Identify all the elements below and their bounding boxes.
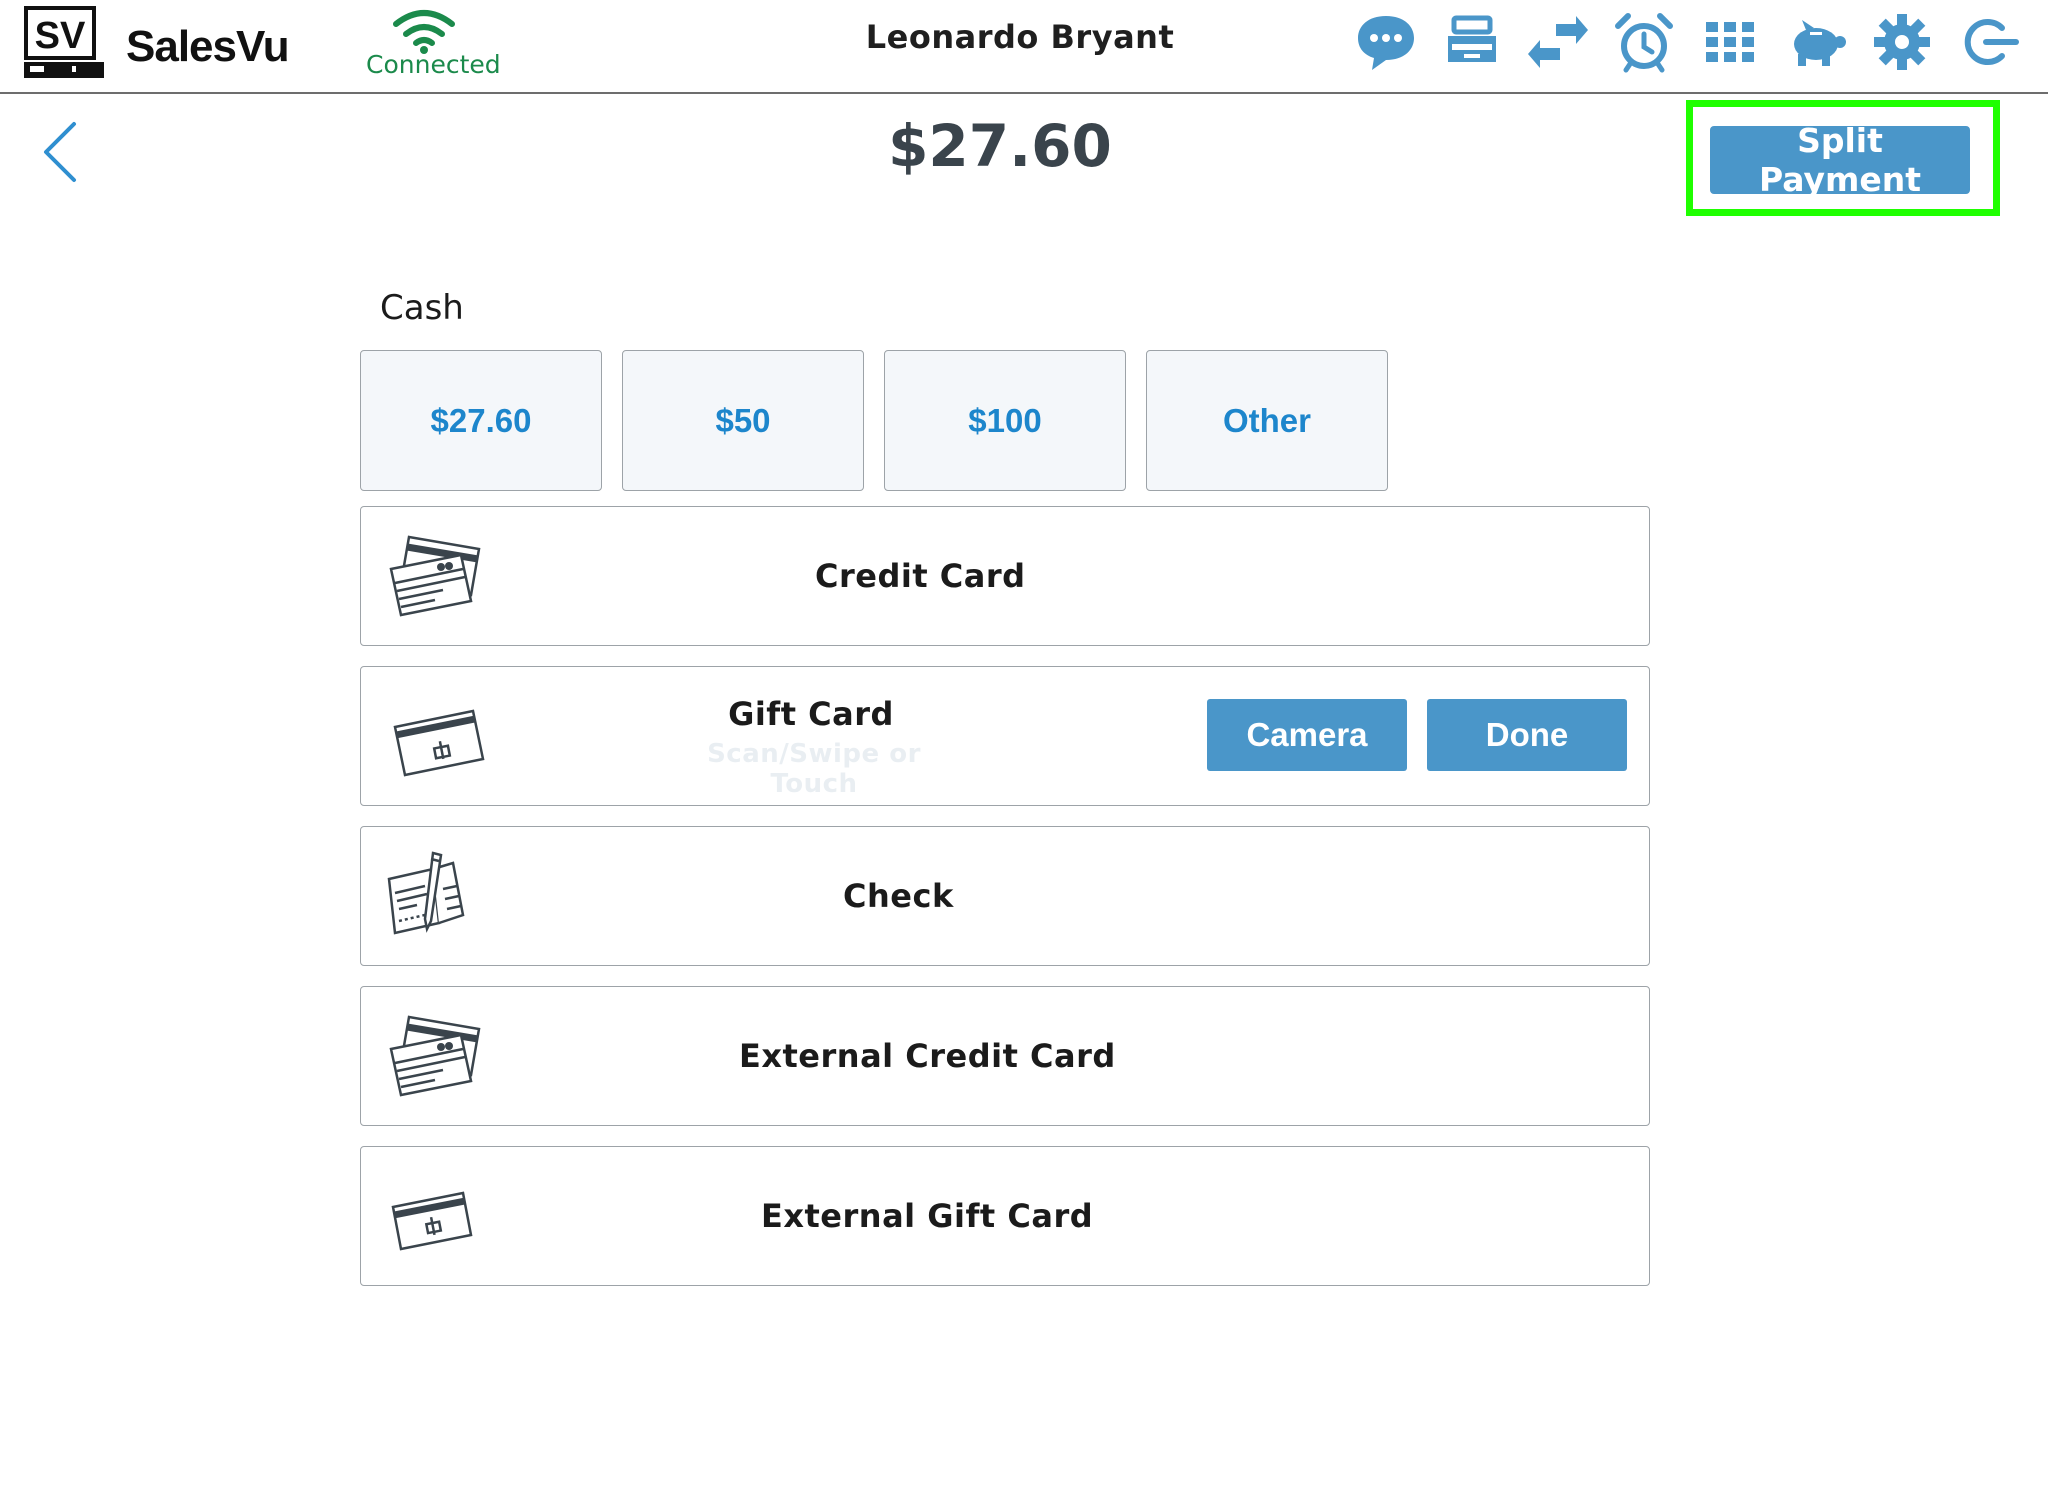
- check-icon: [387, 851, 465, 935]
- external-credit-card-row[interactable]: External Credit Card: [360, 986, 1650, 1126]
- order-total: $27.60: [888, 112, 1112, 180]
- piggy-bank-icon[interactable]: [1784, 10, 1848, 74]
- split-payment-button[interactable]: Split Payment: [1710, 121, 1970, 199]
- transfer-icon[interactable]: [1526, 10, 1590, 74]
- salesvu-logo-icon: SV: [24, 6, 104, 78]
- user-name: Leonardo Bryant: [865, 18, 1175, 56]
- gift-card-label: Gift Card: [728, 695, 894, 733]
- alarm-clock-icon[interactable]: [1612, 10, 1676, 74]
- grid-icon[interactable]: [1698, 10, 1762, 74]
- connection-status: Connected: [366, 50, 501, 79]
- external-gift-card-icon: [391, 1191, 473, 1251]
- cash-option-exact[interactable]: $27.60: [360, 350, 602, 491]
- external-credit-card-label: External Credit Card: [739, 1037, 1116, 1075]
- external-credit-cards-icon: [389, 1015, 481, 1097]
- credit-cards-icon: [389, 535, 481, 617]
- brand-name: SalesVu: [126, 22, 290, 71]
- cash-label: Cash: [380, 288, 464, 328]
- logo-text: SV: [35, 15, 86, 57]
- check-row[interactable]: Check: [360, 826, 1650, 966]
- gear-icon[interactable]: [1870, 10, 1934, 74]
- credit-card-row[interactable]: Credit Card: [360, 506, 1650, 646]
- wifi-icon: [393, 10, 455, 54]
- cash-drawer-icon[interactable]: [1440, 10, 1504, 74]
- top-bar: SV SalesVu Connected Leonardo Bryant: [0, 0, 2048, 94]
- external-gift-card-row[interactable]: External Gift Card: [360, 1146, 1650, 1286]
- done-button[interactable]: Done: [1427, 699, 1627, 771]
- check-label: Check: [843, 877, 954, 915]
- gift-card-hint: Scan/Swipe or Touch: [707, 739, 921, 799]
- camera-button[interactable]: Camera: [1207, 699, 1407, 771]
- logout-icon[interactable]: [1956, 10, 2020, 74]
- gift-card-row[interactable]: Gift Card Scan/Swipe or Touch Camera Don…: [360, 666, 1650, 806]
- credit-card-label: Credit Card: [815, 557, 1026, 595]
- back-arrow-icon[interactable]: [40, 120, 80, 184]
- cash-option-50[interactable]: $50: [622, 350, 864, 491]
- gift-card-icon: [393, 709, 485, 777]
- chat-icon[interactable]: [1354, 10, 1418, 74]
- cash-option-other[interactable]: Other: [1146, 350, 1388, 491]
- cash-option-100[interactable]: $100: [884, 350, 1126, 491]
- external-gift-card-label: External Gift Card: [761, 1197, 1094, 1235]
